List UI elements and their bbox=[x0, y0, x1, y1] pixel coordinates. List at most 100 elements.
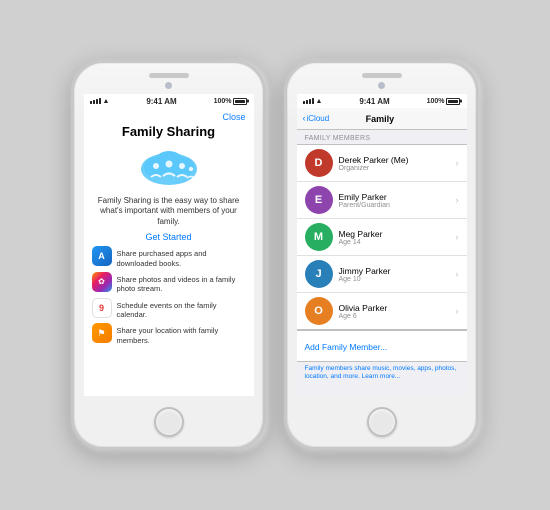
feature-text-calendar: Schedule events on the family calendar. bbox=[117, 298, 246, 320]
member-info-derek: Derek Parker (Me) Organizer bbox=[339, 155, 456, 172]
avatar-placeholder-emily: E bbox=[305, 186, 333, 214]
feature-text-location: Share your location with family members. bbox=[117, 323, 246, 345]
avatar-olivia: O bbox=[305, 297, 333, 325]
feature-text-photos: Share photos and videos in a family phot… bbox=[117, 272, 246, 294]
member-row-jimmy[interactable]: J Jimmy Parker Age 10 › bbox=[297, 256, 467, 293]
left-phone: ▲ 9:41 AM 100% Close Family Sharing bbox=[71, 60, 266, 450]
battery-icon-right bbox=[446, 98, 460, 105]
nav-bar: ‹ iCloud Family bbox=[297, 108, 467, 130]
phones-container: ▲ 9:41 AM 100% Close Family Sharing bbox=[61, 50, 489, 460]
feature-text-apps: Share purchased apps and downloaded book… bbox=[117, 246, 246, 268]
home-button-right[interactable] bbox=[367, 407, 397, 437]
feature-item-calendar: 9 Schedule events on the family calendar… bbox=[92, 298, 246, 320]
member-name-emily: Emily Parker bbox=[339, 192, 456, 202]
battery-fill-left bbox=[235, 100, 245, 103]
chevron-right-icon-derek: › bbox=[456, 158, 459, 168]
location-icon: ⚑ bbox=[92, 323, 112, 343]
phone-bottom-left bbox=[74, 401, 263, 447]
intro-title: Family Sharing bbox=[84, 122, 254, 141]
back-label: iCloud bbox=[307, 114, 330, 123]
chevron-right-icon-meg: › bbox=[456, 232, 459, 242]
member-role-emily: Parent/Guardian bbox=[339, 202, 456, 209]
member-info-meg: Meg Parker Age 14 bbox=[339, 229, 456, 246]
time-right: 9:41 AM bbox=[359, 97, 389, 106]
signal-icon-right bbox=[303, 98, 314, 104]
signal-icon bbox=[90, 98, 101, 104]
status-bar-left: ▲ 9:41 AM 100% bbox=[84, 94, 254, 108]
wifi-icon: ▲ bbox=[103, 98, 110, 105]
right-screen: ▲ 9:41 AM 100% ‹ iCloud Family bbox=[297, 94, 467, 396]
back-button[interactable]: ‹ iCloud bbox=[303, 114, 330, 123]
sharing-note: Family members share music, movies, apps… bbox=[297, 362, 467, 387]
member-name-meg: Meg Parker bbox=[339, 229, 456, 239]
phone-bottom-right bbox=[287, 401, 476, 447]
avatar-meg: M bbox=[305, 223, 333, 251]
member-name-jimmy: Jimmy Parker bbox=[339, 266, 456, 276]
avatar-placeholder-meg: M bbox=[305, 223, 333, 251]
payment-header: SHARED PAYMENT METHOD bbox=[297, 391, 467, 396]
family-sharing-icon bbox=[84, 141, 254, 196]
member-name-olivia: Olivia Parker bbox=[339, 303, 456, 313]
speaker-left bbox=[149, 73, 189, 78]
member-role-olivia: Age 6 bbox=[339, 313, 456, 320]
wifi-icon-right: ▲ bbox=[316, 98, 323, 105]
feature-item-photos: ✿ Share photos and videos in a family ph… bbox=[92, 272, 246, 294]
battery-label-right: 100% bbox=[427, 98, 445, 105]
intro-description: Family Sharing is the easy way to share … bbox=[84, 196, 254, 227]
photos-icon: ✿ bbox=[92, 272, 112, 292]
family-members-list: D Derek Parker (Me) Organizer › E bbox=[297, 144, 467, 330]
member-info-jimmy: Jimmy Parker Age 10 bbox=[339, 266, 456, 283]
left-screen: ▲ 9:41 AM 100% Close Family Sharing bbox=[84, 94, 254, 396]
status-right-right: 100% bbox=[427, 98, 461, 105]
home-button-left[interactable] bbox=[154, 407, 184, 437]
avatar-placeholder-jimmy: J bbox=[305, 260, 333, 288]
member-info-emily: Emily Parker Parent/Guardian bbox=[339, 192, 456, 209]
member-row-olivia[interactable]: O Olivia Parker Age 6 › bbox=[297, 293, 467, 329]
member-role-jimmy: Age 10 bbox=[339, 276, 456, 283]
battery-label-left: 100% bbox=[214, 98, 232, 105]
member-info-olivia: Olivia Parker Age 6 bbox=[339, 303, 456, 320]
avatar-placeholder-derek: D bbox=[305, 149, 333, 177]
close-button[interactable]: Close bbox=[222, 112, 245, 122]
family-screen: FAMILY MEMBERS D Derek Parker (Me) Organ… bbox=[297, 130, 467, 396]
member-row-meg[interactable]: M Meg Parker Age 14 › bbox=[297, 219, 467, 256]
feature-item-apps: A Share purchased apps and downloaded bo… bbox=[92, 246, 246, 268]
avatar-emily: E bbox=[305, 186, 333, 214]
phone-top-right bbox=[287, 63, 476, 89]
status-right-left: 100% bbox=[214, 98, 248, 105]
payment-section: SHARED PAYMENT METHOD AMEX Amex Provided… bbox=[297, 391, 467, 396]
camera-left bbox=[165, 82, 172, 89]
chevron-right-icon-emily: › bbox=[456, 195, 459, 205]
feature-item-location: ⚑ Share your location with family member… bbox=[92, 323, 246, 345]
get-started-link[interactable]: Get Started bbox=[84, 227, 254, 246]
add-member-label[interactable]: Add Family Member... bbox=[305, 342, 388, 352]
member-role-derek: Organizer bbox=[339, 165, 456, 172]
battery-fill-right bbox=[448, 100, 458, 103]
member-name-derek: Derek Parker (Me) bbox=[339, 155, 456, 165]
learn-more-link[interactable]: Learn more... bbox=[362, 373, 401, 380]
status-bar-right: ▲ 9:41 AM 100% bbox=[297, 94, 467, 108]
family-members-header: FAMILY MEMBERS bbox=[297, 130, 467, 144]
speaker-right bbox=[362, 73, 402, 78]
chevron-left-icon: ‹ bbox=[303, 114, 306, 123]
chevron-right-icon-jimmy: › bbox=[456, 269, 459, 279]
status-left-right: ▲ bbox=[303, 98, 323, 105]
avatar-jimmy: J bbox=[305, 260, 333, 288]
phone-top-left bbox=[74, 63, 263, 89]
right-phone: ▲ 9:41 AM 100% ‹ iCloud Family bbox=[284, 60, 479, 450]
status-left: ▲ bbox=[90, 98, 110, 105]
intro-header: Close bbox=[84, 108, 254, 122]
calendar-icon: 9 bbox=[92, 298, 112, 318]
member-row-derek[interactable]: D Derek Parker (Me) Organizer › bbox=[297, 145, 467, 182]
add-member-row[interactable]: Add Family Member... bbox=[297, 330, 467, 362]
feature-list: A Share purchased apps and downloaded bo… bbox=[84, 246, 254, 345]
member-role-meg: Age 14 bbox=[339, 239, 456, 246]
avatar-derek: D bbox=[305, 149, 333, 177]
app-store-icon: A bbox=[92, 246, 112, 266]
time-left: 9:41 AM bbox=[146, 97, 176, 106]
member-row-emily[interactable]: E Emily Parker Parent/Guardian › bbox=[297, 182, 467, 219]
chevron-right-icon-olivia: › bbox=[456, 306, 459, 316]
camera-right bbox=[378, 82, 385, 89]
nav-title: Family bbox=[366, 114, 395, 124]
intro-screen: Close Family Sharing bbox=[84, 108, 254, 396]
